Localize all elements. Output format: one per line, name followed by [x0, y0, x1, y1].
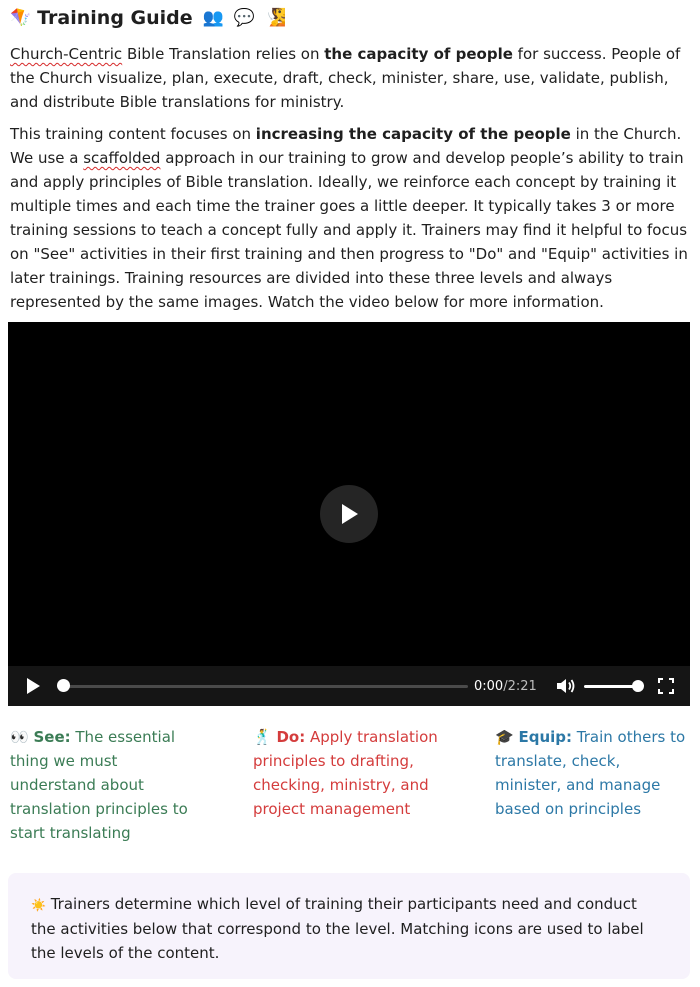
- church-centric-term: Church-Centric: [10, 45, 123, 63]
- sun-icon: ☀️: [31, 898, 46, 912]
- intro-p1-bold: the capacity of people: [324, 45, 513, 63]
- seek-track: [64, 685, 468, 688]
- intro-paragraph-2: This training content focuses on increas…: [10, 122, 690, 314]
- people-icon: 👥: [202, 8, 224, 28]
- video-player[interactable]: 0:00 / 2:21: [8, 322, 690, 706]
- volume-slider[interactable]: [584, 666, 644, 706]
- page-title-text: Training Guide: [37, 7, 193, 29]
- level-do: 🕺 Do: Apply translation principles to dr…: [253, 725, 448, 821]
- speech-bubble-icon: 💬: [233, 8, 255, 28]
- video-controls: 0:00 / 2:21: [8, 666, 690, 706]
- callout-text: ☀️ Trainers determine which level of tra…: [31, 892, 661, 965]
- level-equip-label: Equip:: [518, 728, 573, 746]
- intro-paragraph-1: Church-Centric Bible Translation relies …: [10, 42, 690, 114]
- volume-track: [584, 685, 638, 688]
- intro-p2-bold: increasing the capacity of the people: [255, 125, 571, 143]
- fullscreen-icon: [658, 678, 674, 694]
- scaffolded-term: scaffolded: [83, 149, 161, 167]
- big-play-button[interactable]: [320, 485, 378, 543]
- intro-p2-text-a: This training content focuses on: [10, 125, 256, 143]
- intro-p2-text-c: approach in our training to grow and dev…: [10, 149, 688, 311]
- fullscreen-button[interactable]: [654, 666, 678, 706]
- callout-body: Trainers determine which level of traini…: [31, 895, 644, 962]
- level-see: 👀 See: The essential thing we must under…: [10, 725, 205, 845]
- dancer-icon: 🕺: [253, 728, 272, 746]
- duration: 2:21: [507, 678, 537, 694]
- mute-button[interactable]: [554, 666, 578, 706]
- graduation-cap-icon: 🎓: [495, 728, 514, 746]
- trainer-callout: ☀️ Trainers determine which level of tra…: [8, 873, 690, 979]
- seek-slider[interactable]: [56, 666, 468, 706]
- level-equip: 🎓 Equip: Train others to translate, chec…: [495, 725, 690, 821]
- training-guide-page: 🪁 Training Guide 👥 💬 🧏 Church-Centric Bi…: [0, 0, 700, 987]
- page-title: 🪁 Training Guide 👥 💬 🧏: [10, 5, 286, 31]
- intro-p1-text-a: Bible Translation relies on: [122, 45, 325, 63]
- title-icons: 👥 💬 🧏: [203, 8, 287, 28]
- eyes-icon: 👀: [10, 728, 29, 746]
- time-display: 0:00 / 2:21: [474, 666, 544, 706]
- speaker-icon: [557, 679, 575, 693]
- volume-handle[interactable]: [632, 680, 644, 692]
- kite-icon: 🪁: [10, 8, 32, 28]
- play-icon: [342, 504, 358, 524]
- current-time: 0:00: [474, 678, 504, 694]
- seek-handle[interactable]: [57, 679, 70, 692]
- level-do-label: Do:: [276, 728, 306, 746]
- deaf-person-icon: 🧏: [265, 8, 287, 28]
- play-icon: [27, 678, 40, 694]
- play-button[interactable]: [20, 666, 46, 706]
- level-see-label: See:: [33, 728, 71, 746]
